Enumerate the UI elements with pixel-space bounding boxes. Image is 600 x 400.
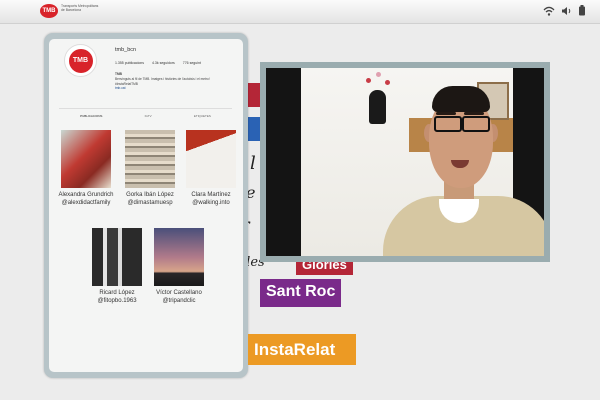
top-bar: TMB Transports Metropolitans de Barcelon… [0, 0, 600, 24]
scribble-mark: l [250, 153, 256, 174]
speaker-icon[interactable] [561, 6, 572, 16]
profile-tabs: PUBLICACIONS IGTV ETIQUETES [59, 108, 232, 118]
post-thumbnail[interactable] [125, 130, 175, 188]
bio-link[interactable]: tmb.cat [115, 86, 235, 91]
webcam-video[interactable] [260, 62, 550, 262]
profile-stats: 1.355 publicacions 4.3k seguidors 776 se… [115, 61, 201, 65]
post-thumbnail[interactable] [61, 130, 111, 188]
phone-mockup: TMB tmb_bcn 1.355 publicacions 4.3k segu… [44, 33, 248, 378]
brand-name: Transports Metropolitans de Barcelona [61, 4, 99, 13]
video-frame [266, 68, 544, 256]
username: tmb_bcn [115, 47, 137, 53]
person-glasses [432, 116, 492, 132]
post-thumbnail[interactable] [186, 130, 236, 188]
instagram-profile-screen: TMB tmb_bcn 1.355 publicacions 4.3k segu… [49, 39, 243, 372]
vase [369, 90, 386, 124]
tab-posts[interactable]: PUBLICACIONS [80, 114, 102, 118]
wifi-icon[interactable] [543, 6, 555, 16]
post-thumbnail[interactable] [154, 228, 204, 286]
post-author: Alexandra Grundrich @alexdidactfamily [58, 192, 114, 206]
tmb-logo: TMB [40, 4, 58, 18]
person-brow [436, 112, 456, 115]
flower [366, 78, 371, 83]
flower [376, 72, 381, 77]
post-author: Víctor Castellano @tripandclic [156, 290, 202, 304]
avatar-logo: TMB [68, 48, 93, 73]
following-count[interactable]: 776 seguint [183, 61, 201, 65]
tag-sant-roc: Sant Roc [260, 279, 342, 307]
post-author: Ricard López @fitopbo.1963 [97, 290, 137, 304]
post-author: Gorka Ibán López @dimastamuesp [126, 192, 174, 206]
tab-tagged[interactable]: ETIQUETES [194, 114, 211, 118]
post-thumbnail[interactable] [92, 228, 142, 286]
person-hair [432, 86, 490, 112]
profile-bio: TMB Benvinguts al fil de TMB. Imatges i … [115, 72, 235, 91]
posts-count[interactable]: 1.355 publicacions [115, 61, 144, 65]
person-brow [464, 112, 484, 115]
followers-count[interactable]: 4.3k seguidors [152, 61, 175, 65]
flower [385, 80, 390, 85]
post-author: Clara Martínez @walking.into [191, 192, 231, 206]
status-icons [543, 5, 586, 16]
avatar[interactable]: TMB [64, 44, 97, 77]
instarelat-banner: InstaRelat [248, 334, 356, 365]
tab-igtv[interactable]: IGTV [145, 114, 152, 118]
battery-icon[interactable] [578, 5, 586, 16]
